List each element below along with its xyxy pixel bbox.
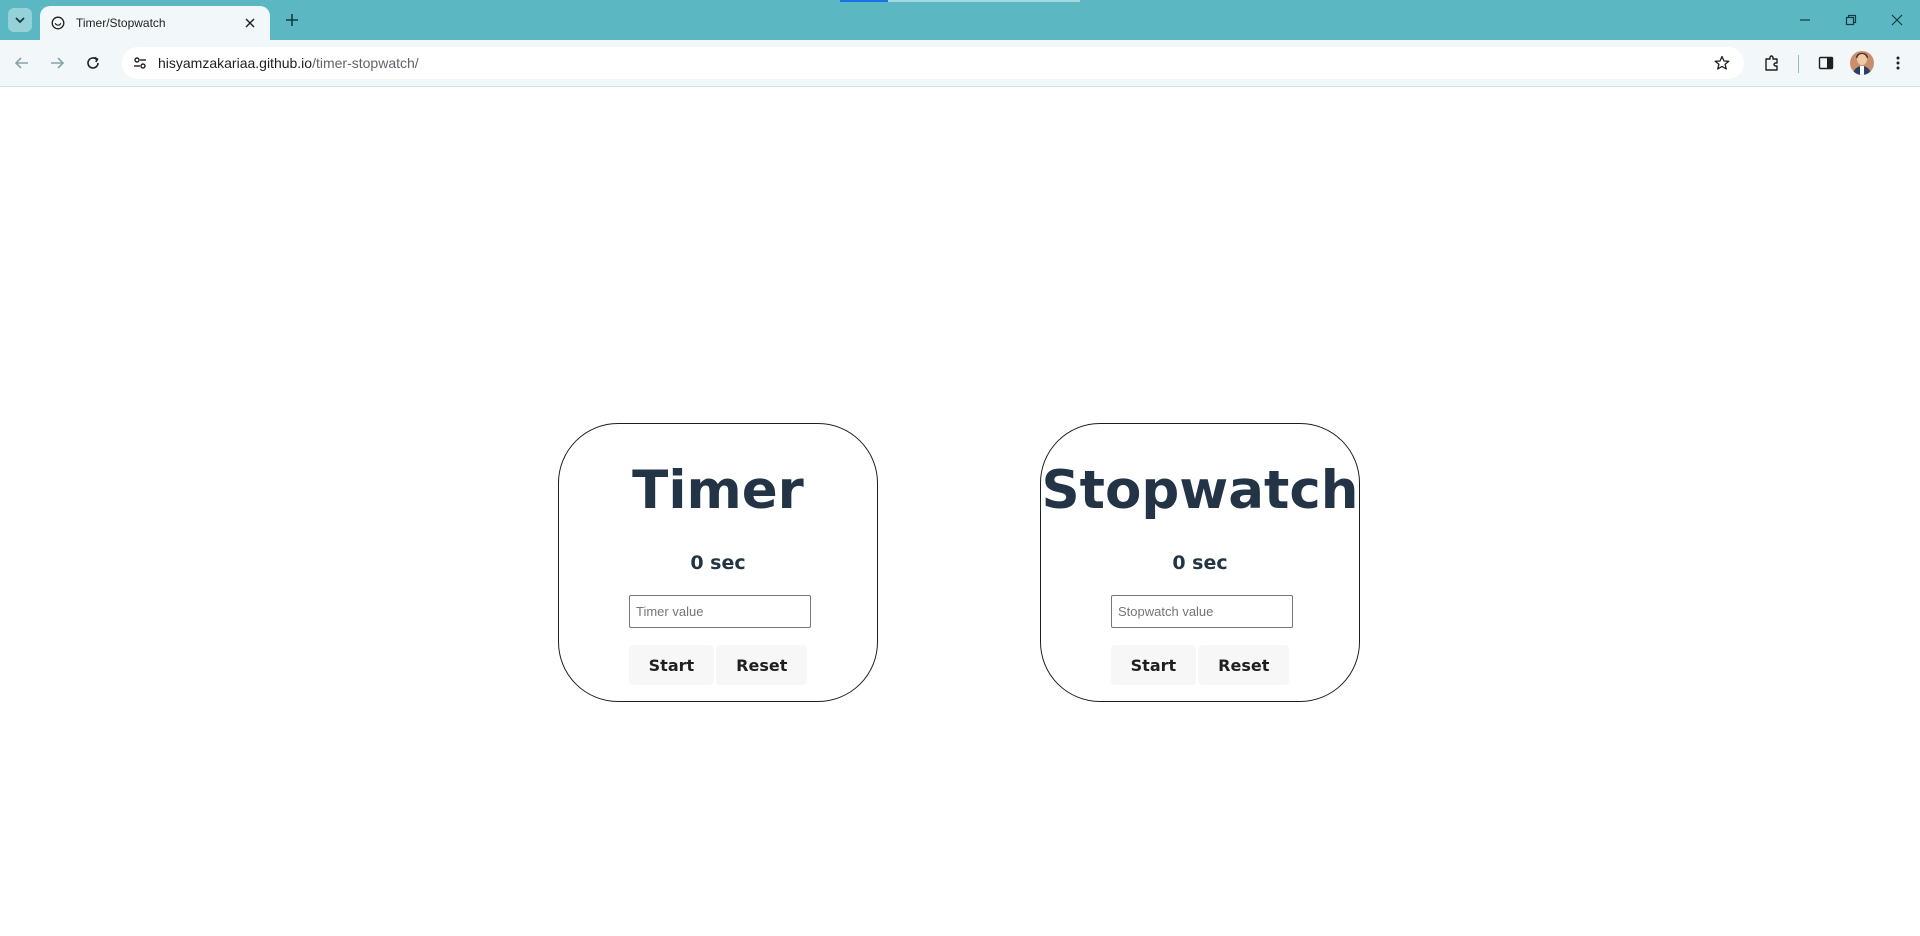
browser-toolbar: hisyamzakariaa.github.io/timer-stopwatch… xyxy=(0,40,1920,87)
close-icon xyxy=(1891,14,1903,26)
timer-title: Timer xyxy=(632,460,804,521)
menu-button[interactable] xyxy=(1886,51,1910,75)
back-arrow-icon xyxy=(14,57,28,69)
stopwatch-input[interactable] xyxy=(1111,595,1293,628)
close-window-button[interactable] xyxy=(1874,0,1920,40)
tab-title: Timer/Stopwatch xyxy=(76,16,166,30)
toolbar-divider xyxy=(1798,55,1799,73)
stopwatch-title: Stopwatch xyxy=(1041,460,1359,521)
bookmark-star-icon[interactable] xyxy=(1710,51,1734,75)
back-button[interactable] xyxy=(10,51,34,75)
side-panel-icon xyxy=(1818,56,1834,70)
window-controls xyxy=(1782,0,1920,40)
profile-avatar[interactable] xyxy=(1850,51,1874,75)
restore-icon xyxy=(1845,14,1857,26)
chevron-down-icon xyxy=(15,17,25,24)
url-text[interactable]: hisyamzakariaa.github.io/timer-stopwatch… xyxy=(158,55,419,71)
forward-button[interactable] xyxy=(45,51,69,75)
side-panel-button[interactable] xyxy=(1814,51,1838,75)
timer-start-button[interactable]: Start xyxy=(628,645,715,685)
timer-reset-button[interactable]: Reset xyxy=(716,645,808,685)
reload-icon xyxy=(87,56,99,69)
stopwatch-buttons: Start Reset xyxy=(1041,645,1359,685)
loading-indicator xyxy=(840,0,1080,2)
forward-arrow-icon xyxy=(51,57,65,69)
address-bar[interactable]: hisyamzakariaa.github.io/timer-stopwatch… xyxy=(122,47,1744,79)
minimize-button[interactable] xyxy=(1782,0,1828,40)
stopwatch-card: Stopwatch 0 sec Start Reset xyxy=(1040,423,1360,702)
url-domain: hisyamzakariaa.github.io xyxy=(158,55,313,71)
plus-icon xyxy=(286,14,298,26)
reload-button[interactable] xyxy=(81,51,105,75)
restore-button[interactable] xyxy=(1828,0,1874,40)
tab-bar: Timer/Stopwatch xyxy=(0,0,1920,40)
tab-search-button[interactable] xyxy=(8,8,32,32)
timer-value: 0 sec xyxy=(690,552,746,574)
timer-buttons: Start Reset xyxy=(559,645,877,685)
active-tab[interactable]: Timer/Stopwatch xyxy=(40,6,270,40)
more-vertical-icon xyxy=(1896,56,1900,70)
stopwatch-reset-button[interactable]: Reset xyxy=(1198,645,1290,685)
extensions-button[interactable] xyxy=(1760,51,1784,75)
new-tab-button[interactable] xyxy=(280,8,304,32)
site-info-icon[interactable] xyxy=(128,51,152,75)
clock-icon xyxy=(50,15,66,31)
url-path: /timer-stopwatch/ xyxy=(312,55,419,71)
timer-input[interactable] xyxy=(629,595,811,628)
close-tab-icon[interactable] xyxy=(240,13,260,33)
puzzle-icon xyxy=(1765,55,1778,71)
stopwatch-value: 0 sec xyxy=(1172,552,1228,574)
stopwatch-start-button[interactable]: Start xyxy=(1110,645,1197,685)
minimize-icon xyxy=(1800,19,1810,21)
timer-card: Timer 0 sec Start Reset xyxy=(558,423,878,702)
